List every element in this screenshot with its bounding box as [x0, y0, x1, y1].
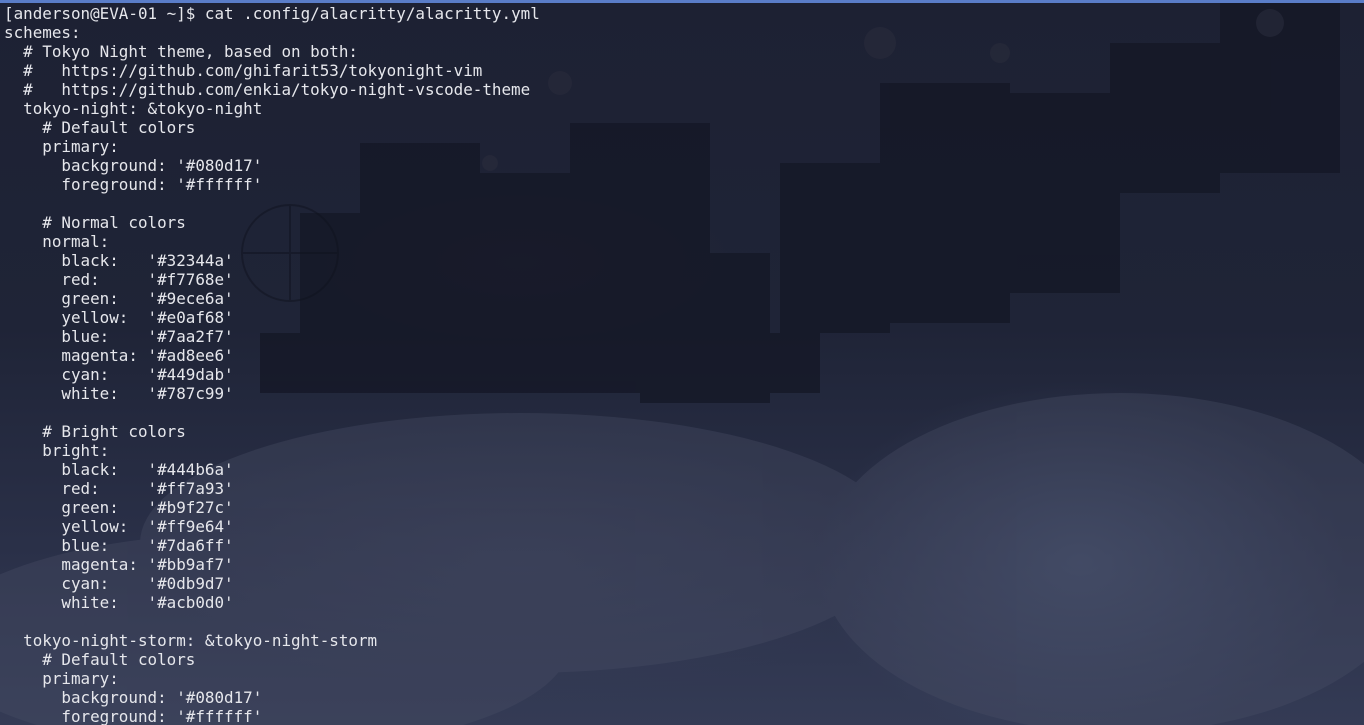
output-line: # Default colors: [4, 650, 196, 669]
output-line: tokyo-night-storm: &tokyo-night-storm: [4, 631, 378, 650]
output-line: cyan: '#0db9d7': [4, 574, 234, 593]
output-line: # https://github.com/enkia/tokyo-night-v…: [4, 80, 531, 99]
output-line: # Bright colors: [4, 422, 186, 441]
output-line: primary:: [4, 669, 119, 688]
output-line: red: '#f7768e': [4, 270, 234, 289]
output-line: white: '#acb0d0': [4, 593, 234, 612]
output-line: green: '#b9f27c': [4, 498, 234, 517]
output-line: red: '#ff7a93': [4, 479, 234, 498]
output-line: foreground: '#ffffff': [4, 707, 263, 725]
output-line: black: '#444b6a': [4, 460, 234, 479]
output-line: yellow: '#e0af68': [4, 308, 234, 327]
output-line: primary:: [4, 137, 119, 156]
output-line: normal:: [4, 232, 110, 251]
terminal-window[interactable]: [anderson@EVA-01 ~]$ cat .config/alacrit…: [0, 0, 1364, 725]
output-line: # Default colors: [4, 118, 196, 137]
output-line: magenta: '#bb9af7': [4, 555, 234, 574]
output-line: blue: '#7aa2f7': [4, 327, 234, 346]
command-text: cat .config/alacritty/alacritty.yml: [204, 4, 540, 23]
output-line: yellow: '#ff9e64': [4, 517, 234, 536]
output-line: schemes:: [4, 23, 81, 42]
output-line: # https://github.com/ghifarit53/tokyonig…: [4, 61, 483, 80]
output-line: black: '#32344a': [4, 251, 234, 270]
output-line: # Tokyo Night theme, based on both:: [4, 42, 358, 61]
output-line: background: '#080d17': [4, 688, 263, 707]
output-line: foreground: '#ffffff': [4, 175, 263, 194]
terminal-output[interactable]: [anderson@EVA-01 ~]$ cat .config/alacrit…: [4, 4, 540, 725]
output-line: background: '#080d17': [4, 156, 263, 175]
output-line: blue: '#7da6ff': [4, 536, 234, 555]
output-line: # Normal colors: [4, 213, 186, 232]
output-line: green: '#9ece6a': [4, 289, 234, 308]
output-line: bright:: [4, 441, 110, 460]
output-line: magenta: '#ad8ee6': [4, 346, 234, 365]
command-line: [anderson@EVA-01 ~]$ cat .config/alacrit…: [4, 4, 540, 23]
output-line: tokyo-night: &tokyo-night: [4, 99, 263, 118]
output-line: white: '#787c99': [4, 384, 234, 403]
shell-prompt: [anderson@EVA-01 ~]$: [4, 4, 205, 23]
output-line: cyan: '#449dab': [4, 365, 234, 384]
